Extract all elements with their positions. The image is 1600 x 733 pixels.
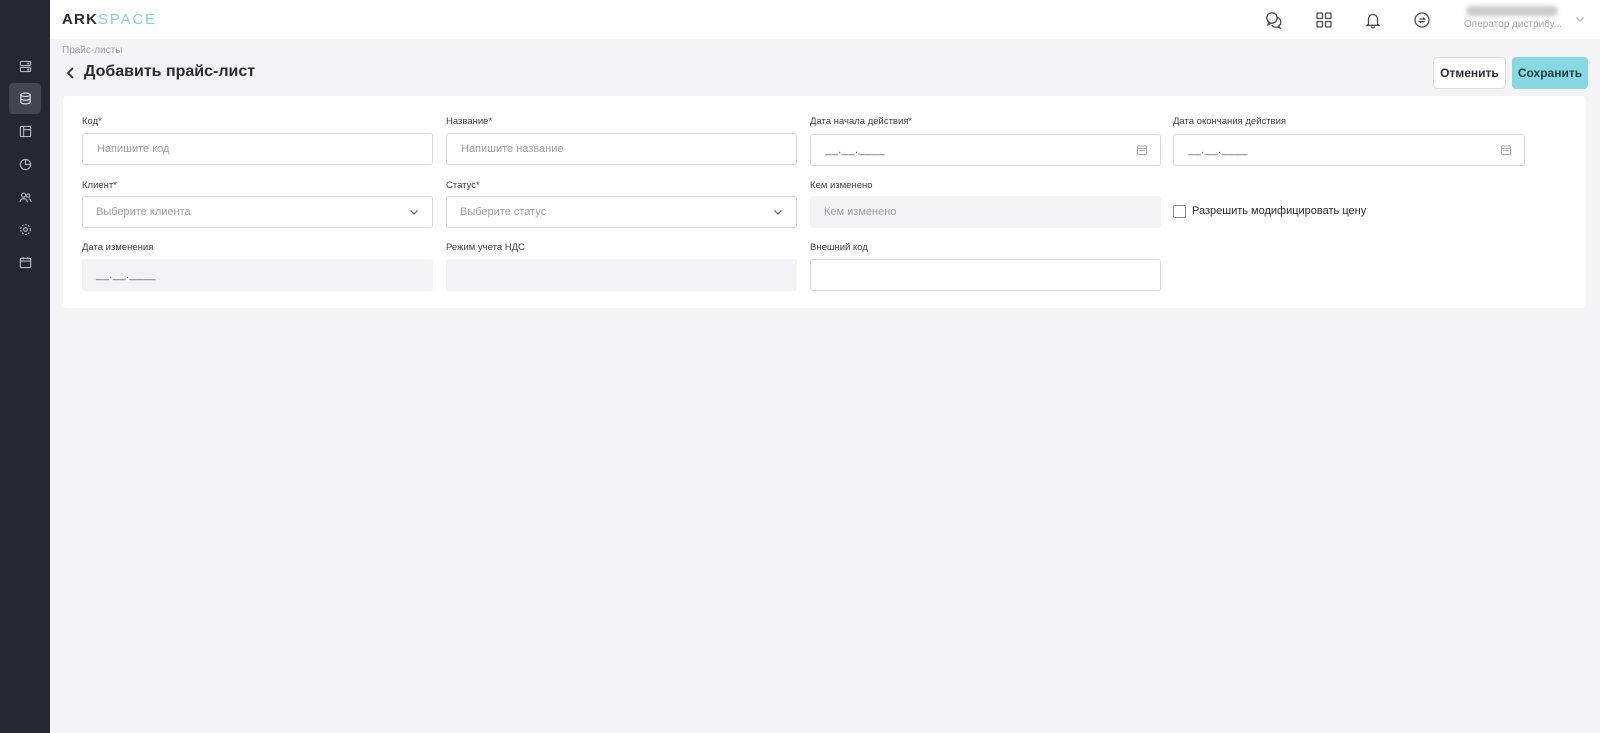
external-code-label: Внешний код	[810, 242, 868, 253]
code-label: Код*	[82, 116, 102, 127]
calendar-icon	[19, 256, 31, 269]
name-input[interactable]	[446, 133, 797, 165]
client-label: Клиент*	[82, 180, 117, 191]
start-date-label: Дата начала действия*	[810, 116, 913, 127]
back-arrow-icon[interactable]	[65, 66, 77, 80]
sidebar-item-database[interactable]	[9, 83, 41, 114]
users-icon	[18, 192, 32, 203]
bell-icon	[1365, 13, 1381, 29]
changed-date-field: __.__.____	[82, 259, 433, 291]
notifications-button[interactable]	[1362, 9, 1384, 31]
changed-by-field: Кем изменено	[810, 196, 1161, 228]
calendar-icon[interactable]	[1136, 144, 1148, 156]
sidebar-item-catalog[interactable]	[9, 116, 41, 147]
chevron-down-icon[interactable]	[1574, 13, 1586, 25]
logo-accent-text: SPACE	[98, 11, 157, 28]
apps-grid-icon	[1316, 12, 1332, 28]
top-bar: ARKSPACE Оператор дистрибу...	[50, 0, 1600, 39]
changed-by-label: Кем изменено	[810, 180, 873, 191]
user-name-blurred[interactable]	[1466, 6, 1558, 16]
chevron-down-icon	[410, 210, 418, 215]
sidebar-item-calendar[interactable]	[9, 247, 41, 278]
status-label: Статус*	[446, 180, 480, 191]
cancel-button[interactable]: Отменить	[1433, 57, 1506, 89]
allow-price-modify-label[interactable]: Разрешить модифицировать цену	[1192, 205, 1366, 217]
status-select[interactable]: Выберите статус	[446, 196, 797, 228]
chevron-down-icon	[774, 210, 782, 215]
calendar-icon[interactable]	[1500, 144, 1512, 156]
breadcrumb[interactable]: Прайс-листы	[62, 45, 122, 56]
start-date-input[interactable]: __.__.____	[810, 134, 1161, 166]
sidebar-item-settings[interactable]	[9, 214, 41, 245]
status-placeholder: Выберите статус	[460, 206, 547, 218]
changed-date-mask: __.__.____	[96, 269, 157, 281]
sync-icon	[1414, 12, 1430, 28]
end-date-label: Дата окончания действия	[1173, 116, 1287, 127]
chat-button[interactable]	[1263, 9, 1285, 31]
save-button[interactable]: Сохранить	[1512, 57, 1588, 89]
server-icon	[19, 60, 31, 73]
settings-icon	[19, 224, 31, 235]
database-icon	[19, 92, 31, 105]
code-input[interactable]	[82, 133, 433, 165]
vat-mode-label: Режим учета НДС	[446, 242, 525, 253]
client-select[interactable]: Выберите клиента	[82, 196, 433, 228]
sidebar-item-users[interactable]	[9, 182, 41, 213]
logo-main-text: ARK	[62, 11, 99, 28]
vat-mode-field	[446, 259, 797, 291]
end-date-input[interactable]: __.__.____	[1173, 134, 1525, 166]
sidebar	[0, 0, 50, 733]
pie-chart-icon	[19, 158, 31, 171]
changed-by-placeholder: Кем изменено	[824, 206, 897, 218]
allow-price-modify-checkbox[interactable]	[1173, 205, 1186, 218]
changed-date-label: Дата изменения	[82, 242, 154, 253]
apps-button[interactable]	[1313, 9, 1335, 31]
external-code-input[interactable]	[810, 259, 1161, 291]
name-label: Название*	[446, 116, 493, 127]
app-logo[interactable]: ARKSPACE	[62, 11, 157, 28]
user-role[interactable]: Оператор дистрибу...	[1464, 19, 1562, 30]
sync-button[interactable]	[1411, 9, 1433, 31]
page-title: Добавить прайс-лист	[84, 63, 256, 80]
layout-icon	[19, 125, 31, 138]
start-date-mask: __.__.____	[825, 144, 886, 156]
end-date-mask: __.__.____	[1188, 144, 1249, 156]
sidebar-item-servers[interactable]	[9, 51, 41, 82]
sidebar-item-reports[interactable]	[9, 149, 41, 180]
client-placeholder: Выберите клиента	[96, 206, 191, 218]
chat-icon	[1266, 12, 1282, 29]
